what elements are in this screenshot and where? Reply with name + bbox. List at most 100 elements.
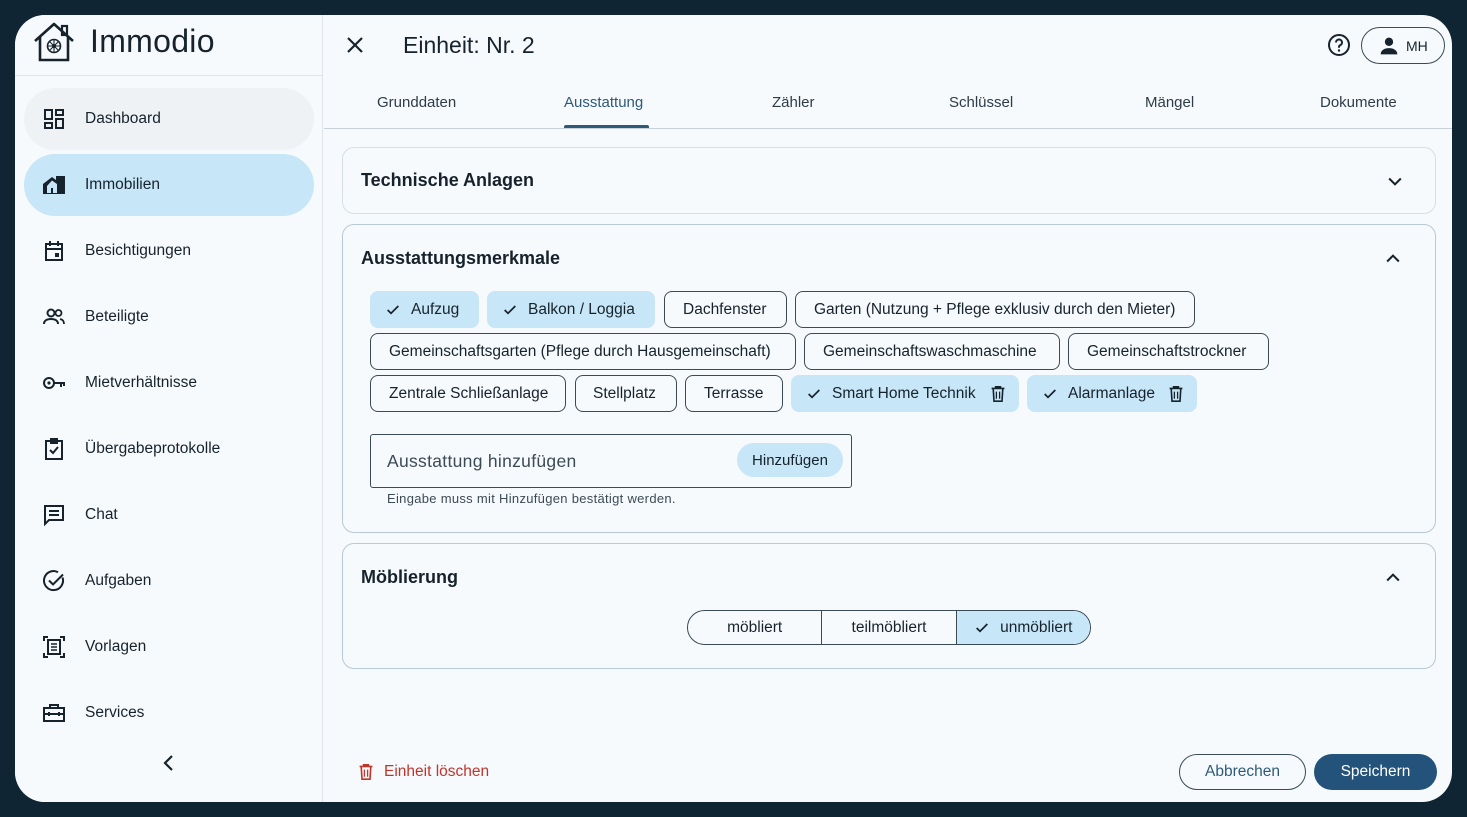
sidebar-item-mietverhaeltnisse[interactable]: Mietverhältnisse xyxy=(24,352,314,414)
chip-label: Garten (Nutzung + Pflege exklusiv durch … xyxy=(814,300,1176,318)
chevron-down-icon[interactable] xyxy=(1385,171,1405,191)
segment-label: unmöbliert xyxy=(1000,618,1073,636)
feature-chip-alarmanlage[interactable]: Alarmanlage xyxy=(1027,375,1197,412)
chip-label: Gemeinschaftsgarten (Pflege durch Hausge… xyxy=(389,342,771,360)
tab-maengel[interactable]: Mängel xyxy=(1145,94,1194,111)
feature-chip-balkon[interactable]: Balkon / Loggia xyxy=(487,291,655,328)
chat-icon xyxy=(44,505,64,527)
panel-title: Möblierung xyxy=(361,567,458,587)
sidebar-item-uebergabeprotokolle[interactable]: Übergabeprotokolle xyxy=(24,418,314,480)
chip-label: Aufzug xyxy=(411,300,460,318)
feature-chip-zentrale-schliessanlage[interactable]: Zentrale Schließanlage xyxy=(370,375,566,412)
chip-label: Terrasse xyxy=(704,384,764,402)
feature-chip-dachfenster[interactable]: Dachfenster xyxy=(664,291,787,328)
toolbox-icon xyxy=(43,704,65,722)
tab-dokumente[interactable]: Dokumente xyxy=(1320,94,1397,111)
check-circle-icon xyxy=(43,570,64,592)
main-content: Einheit: Nr. 2 MH Grunddaten Ausstattung… xyxy=(324,15,1452,802)
tab-ausstattung[interactable]: Ausstattung xyxy=(564,94,643,111)
feature-chip-gemeinschaftstrockner[interactable]: Gemeinschaftstrockner xyxy=(1068,333,1269,370)
house-icon xyxy=(43,176,65,194)
template-icon xyxy=(43,636,65,658)
feature-chip-terrasse[interactable]: Terrasse xyxy=(685,375,783,412)
sidebar: Immodio Dashboard Immobilien Besichtigun… xyxy=(15,15,323,802)
sidebar-item-label: Services xyxy=(85,704,145,721)
add-feature-input[interactable] xyxy=(387,449,717,473)
sidebar-item-aufgaben[interactable]: Aufgaben xyxy=(24,550,314,612)
check-icon xyxy=(976,622,989,633)
feature-chip-gemeinschaftsgarten[interactable]: Gemeinschaftsgarten (Pflege durch Hausge… xyxy=(370,333,796,370)
add-feature-hint: Eingabe muss mit Hinzufügen bestätigt we… xyxy=(387,491,676,506)
app-window: Immodio Dashboard Immobilien Besichtigun… xyxy=(15,15,1452,802)
check-icon xyxy=(1044,389,1056,399)
people-icon xyxy=(43,308,65,325)
chip-label: Balkon / Loggia xyxy=(528,300,635,318)
trash-icon[interactable] xyxy=(990,385,1006,403)
feature-chip-gemeinschaftswaschmaschine[interactable]: Gemeinschaftswaschmaschine xyxy=(804,333,1060,370)
sidebar-item-services[interactable]: Services xyxy=(24,682,314,744)
collapse-sidebar-chevron-left-icon[interactable] xyxy=(157,751,181,775)
chevron-up-icon[interactable] xyxy=(1383,249,1403,269)
chip-label: Smart Home Technik xyxy=(832,384,976,402)
furnishing-option-teilmoebliert[interactable]: teilmöbliert xyxy=(821,611,955,644)
user-menu-button[interactable]: MH xyxy=(1361,27,1445,64)
dashboard-icon xyxy=(44,109,64,129)
chip-label: Gemeinschaftswaschmaschine xyxy=(823,342,1037,360)
feature-chip-stellplatz[interactable]: Stellplatz xyxy=(575,375,677,412)
sidebar-item-label: Übergabeprotokolle xyxy=(85,440,221,457)
chevron-up-icon[interactable] xyxy=(1383,568,1403,588)
chip-label: Zentrale Schließanlage xyxy=(389,384,549,402)
active-tab-indicator xyxy=(564,125,649,128)
feature-chip-garten[interactable]: Garten (Nutzung + Pflege exklusiv durch … xyxy=(795,291,1195,328)
delete-unit-label: Einheit löschen xyxy=(384,763,490,780)
chip-label: Dachfenster xyxy=(683,300,767,318)
sidebar-item-beteiligte[interactable]: Beteiligte xyxy=(24,286,314,348)
panel-ausstattungsmerkmale: Ausstattungsmerkmale Aufzug Balkon / Log… xyxy=(342,224,1436,533)
sidebar-item-label: Beteiligte xyxy=(85,308,149,325)
add-feature-field: Hinzufügen xyxy=(370,434,852,488)
check-icon xyxy=(808,389,820,399)
furnishing-option-unmoebliert[interactable]: unmöbliert xyxy=(955,611,1090,644)
sidebar-item-label: Immobilien xyxy=(85,176,160,193)
add-feature-button[interactable]: Hinzufügen xyxy=(737,443,843,477)
trash-icon[interactable] xyxy=(1168,385,1184,403)
chip-label: Stellplatz xyxy=(593,384,656,402)
tab-schluessel[interactable]: Schlüssel xyxy=(949,94,1013,111)
panel-moeblierung: Möblierung möbliert teilmöbliert unmöbli… xyxy=(342,543,1436,669)
page-title: Einheit: Nr. 2 xyxy=(403,32,535,58)
feature-chip-aufzug[interactable]: Aufzug xyxy=(370,291,479,328)
save-button[interactable]: Speichern xyxy=(1314,754,1437,790)
furnishing-option-moebliert[interactable]: möbliert xyxy=(688,611,821,644)
logo-house-icon xyxy=(34,22,74,62)
sidebar-item-label: Chat xyxy=(85,506,118,523)
furnishing-segmented-control: möbliert teilmöbliert unmöbliert xyxy=(687,610,1091,645)
sidebar-item-vorlagen[interactable]: Vorlagen xyxy=(24,616,314,678)
cancel-button[interactable]: Abbrechen xyxy=(1179,754,1306,790)
sidebar-item-label: Dashboard xyxy=(85,110,161,127)
sidebar-item-chat[interactable]: Chat xyxy=(24,484,314,546)
tab-zaehler[interactable]: Zähler xyxy=(772,94,815,111)
chip-label: Alarmanlage xyxy=(1068,384,1156,402)
delete-unit-button[interactable]: Einheit löschen xyxy=(358,760,489,784)
chip-label: Gemeinschaftstrockner xyxy=(1087,342,1247,360)
close-icon[interactable] xyxy=(343,33,367,57)
sidebar-item-label: Besichtigungen xyxy=(85,242,191,259)
calendar-icon xyxy=(45,241,63,261)
tab-bar: Grunddaten Ausstattung Zähler Schlüssel … xyxy=(324,83,1452,129)
sidebar-nav: Dashboard Immobilien Besichtigungen Bete… xyxy=(24,88,314,748)
sidebar-item-label: Vorlagen xyxy=(85,638,147,655)
help-icon[interactable] xyxy=(1327,33,1351,57)
trash-icon xyxy=(359,764,373,780)
panel-technische-anlagen[interactable]: Technische Anlagen xyxy=(342,147,1436,214)
sidebar-item-label: Mietverhältnisse xyxy=(85,374,197,391)
tab-grunddaten[interactable]: Grunddaten xyxy=(377,94,456,111)
key-icon xyxy=(43,377,65,389)
user-initials: MH xyxy=(1406,38,1428,54)
brand: Immodio xyxy=(15,15,323,76)
sidebar-item-immobilien[interactable]: Immobilien xyxy=(24,154,314,216)
sidebar-item-label: Aufgaben xyxy=(85,572,152,589)
sidebar-item-besichtigungen[interactable]: Besichtigungen xyxy=(24,220,314,282)
sidebar-item-dashboard[interactable]: Dashboard xyxy=(24,88,314,150)
feature-chip-smart-home[interactable]: Smart Home Technik xyxy=(791,375,1019,412)
panel-title: Ausstattungsmerkmale xyxy=(361,248,561,268)
